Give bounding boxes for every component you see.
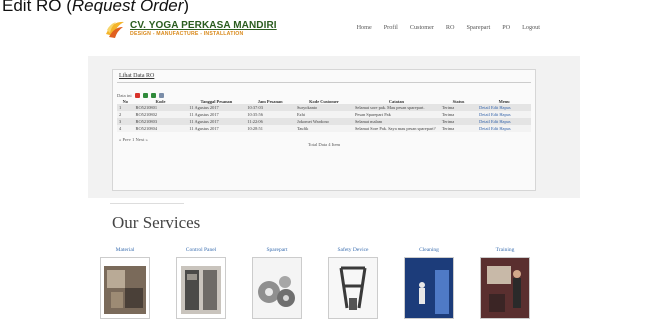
cell-catatan: Selamat malam xyxy=(352,118,440,125)
service-label[interactable]: Safety Device xyxy=(324,247,382,257)
cell-catatan: Selamat Sore Pak. Saya mau pesan sparepa… xyxy=(352,125,440,132)
control-panel-image[interactable] xyxy=(176,257,226,319)
service-card-control-panel[interactable]: Control Panel xyxy=(172,247,230,319)
cell-customer: Taufik xyxy=(294,125,353,132)
cell-status: Terima xyxy=(439,104,478,111)
cell-no: 3 xyxy=(117,118,134,125)
safety-device-image[interactable] xyxy=(328,257,378,319)
nav-sparepart[interactable]: Sparepart xyxy=(466,24,490,31)
caption-suffix: ) xyxy=(183,0,190,15)
cell-status: Terima xyxy=(439,118,478,125)
company-tagline: DESIGN - MANUFACTURE - INSTALLATION xyxy=(130,30,244,37)
cell-jam: 10:37:03 xyxy=(245,104,295,111)
caption-emphasis: Request Order xyxy=(71,0,184,15)
website-screenshot: CV. YOGA PERKASA MANDIRI DESIGN - MANUFA… xyxy=(88,14,580,320)
cell-kode: RO5210801 xyxy=(133,104,188,111)
nav-profil[interactable]: Profil xyxy=(384,24,398,31)
main-nav: Home Profil Customer RO Sparepart PO Log… xyxy=(357,24,540,31)
cell-catatan: Pesan Sparepart Pak xyxy=(352,111,440,118)
service-card-sparepart[interactable]: Sparepart xyxy=(248,247,306,319)
cell-customer: Ezhi xyxy=(294,111,353,118)
service-label[interactable]: Control Panel xyxy=(172,247,230,257)
service-label[interactable]: Training xyxy=(476,247,534,257)
cell-tanggal: 11 Agustus 2017 xyxy=(187,125,246,132)
service-label[interactable]: Sparepart xyxy=(248,247,306,257)
cell-status: Terima xyxy=(439,111,478,118)
service-label[interactable]: Material xyxy=(96,247,154,257)
table-row: 3 RO5210803 11 Agustus 2017 11:22:06 Jok… xyxy=(117,118,531,125)
cleaning-image[interactable] xyxy=(404,257,454,319)
logo-mark-icon xyxy=(104,18,126,40)
nav-logout[interactable]: Logout xyxy=(522,24,540,31)
service-label[interactable]: Cleaning xyxy=(400,247,458,257)
cell-kode: RO5210803 xyxy=(133,118,188,125)
material-image[interactable] xyxy=(100,257,150,319)
service-card-material[interactable]: Material xyxy=(96,247,154,319)
training-image[interactable] xyxy=(480,257,530,319)
service-card-cleaning[interactable]: Cleaning xyxy=(400,247,458,319)
nav-home[interactable]: Home xyxy=(357,24,372,31)
pdf-icon[interactable] xyxy=(134,93,140,98)
nav-po[interactable]: PO xyxy=(502,24,510,31)
cell-kode: RO5210804 xyxy=(133,125,188,132)
cell-catatan: Selamat sore pak. Mau pesan sparepart. xyxy=(352,104,440,111)
export-toolbar: Data ini xyxy=(117,93,164,98)
services-divider xyxy=(110,203,184,204)
cell-status: Terima xyxy=(439,125,478,132)
sparepart-image[interactable] xyxy=(252,257,302,319)
cell-jam: 11:22:06 xyxy=(245,118,295,125)
cell-customer: Jokomei Wardono xyxy=(294,118,353,125)
table-row: 2 RO5210802 11 Agustus 2017 10:35:56 Ezh… xyxy=(117,111,531,118)
ro-table: No Kode Tanggal Pesanan Jam Pesanan Kode… xyxy=(117,99,531,132)
table-row: 4 RO5210804 11 Agustus 2017 10:28:51 Tau… xyxy=(117,125,531,132)
cell-jam: 10:28:51 xyxy=(245,125,295,132)
cell-no: 2 xyxy=(117,111,134,118)
excel-icon[interactable] xyxy=(142,93,148,98)
print-icon[interactable] xyxy=(158,93,164,98)
nav-ro[interactable]: RO xyxy=(446,24,455,31)
cell-jam: 10:35:56 xyxy=(245,111,295,118)
cell-tanggal: 11 Agustus 2017 xyxy=(187,104,246,111)
company-name: CV. YOGA PERKASA MANDIRI xyxy=(130,19,277,31)
ro-data-panel: Lihat Data RO Data ini No Kode Tanggal P… xyxy=(112,69,536,191)
panel-divider xyxy=(117,82,531,83)
cell-no: 4 xyxy=(117,125,134,132)
nav-customer[interactable]: Customer xyxy=(410,24,434,31)
services-title: Our Services xyxy=(112,213,201,232)
caption-prefix: Edit RO ( xyxy=(2,0,72,15)
row-actions[interactable]: Detail Edit Hapus xyxy=(477,125,531,132)
row-actions[interactable]: Detail Edit Hapus xyxy=(477,104,531,111)
service-card-safety-device[interactable]: Safety Device xyxy=(324,247,382,319)
cell-tanggal: 11 Agustus 2017 xyxy=(187,118,246,125)
service-card-training[interactable]: Training xyxy=(476,247,534,319)
export-label: Data ini xyxy=(117,93,132,98)
csv-icon[interactable] xyxy=(150,93,156,98)
row-actions[interactable]: Detail Edit Hapus xyxy=(477,118,531,125)
total-items: Total Data 4 Item xyxy=(307,142,341,147)
cell-kode: RO5210802 xyxy=(133,111,188,118)
table-row: 1 RO5210801 11 Agustus 2017 10:37:03 Sur… xyxy=(117,104,531,111)
company-logo[interactable]: CV. YOGA PERKASA MANDIRI DESIGN - MANUFA… xyxy=(104,18,277,40)
row-actions[interactable]: Detail Edit Hapus xyxy=(477,111,531,118)
panel-title[interactable]: Lihat Data RO xyxy=(119,73,154,79)
cell-customer: Suryokanto xyxy=(294,104,353,111)
cell-no: 1 xyxy=(117,104,134,111)
cell-tanggal: 11 Agustus 2017 xyxy=(187,111,246,118)
